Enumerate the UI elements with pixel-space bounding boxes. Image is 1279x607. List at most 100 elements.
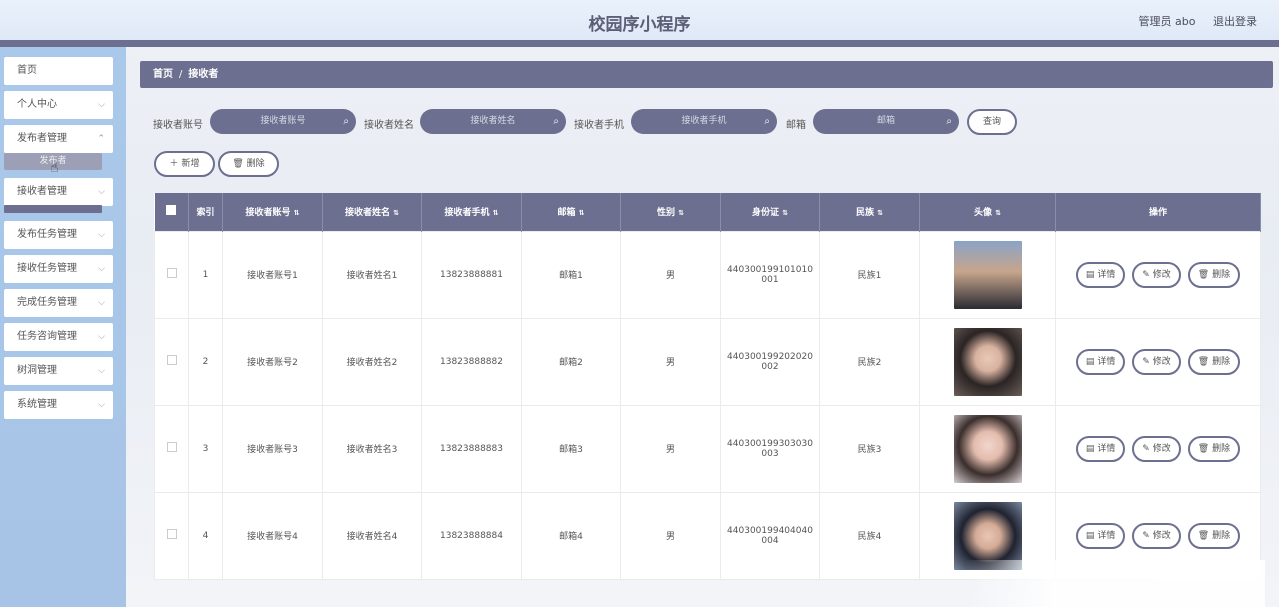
table-row: 3 接收者账号3 接收者姓名3 13823888883 邮箱3 男 440300…	[154, 404, 1261, 493]
edit-button[interactable]: ✎ 修改	[1132, 348, 1181, 375]
row-checkbox[interactable]	[166, 529, 177, 539]
sidebar-item-label: 接收者管理	[17, 186, 67, 197]
search-icon: ⌕	[553, 116, 559, 127]
search-icon: ⌕	[343, 116, 349, 127]
email-search-placeholder: 邮箱	[876, 116, 895, 126]
gender-cell: 男	[620, 317, 721, 406]
add-button[interactable]: ＋ 新增	[154, 151, 215, 177]
column-header-label: 接收者手机	[444, 208, 490, 219]
row-checkbox[interactable]	[166, 442, 177, 452]
column-header[interactable]: 民族 ⇅	[819, 193, 920, 231]
email-cell: 邮箱4	[521, 491, 621, 580]
sidebar-item-label: 首页	[17, 65, 37, 76]
detail-button[interactable]: ▤ 详情	[1075, 522, 1126, 549]
user-area: 管理员 abo 退出登录	[1125, 13, 1257, 29]
detail-button[interactable]: ▤ 详情	[1075, 348, 1126, 375]
sort-icon[interactable]: ⇅	[678, 209, 684, 217]
query-button[interactable]: 查询	[967, 109, 1017, 135]
pencil-icon: ✎	[1142, 530, 1150, 541]
sort-icon[interactable]: ⇅	[393, 209, 399, 217]
active-indicator	[4, 205, 102, 213]
column-header-label: 身份证	[752, 208, 780, 219]
row-checkbox[interactable]	[166, 355, 177, 365]
email-search-input[interactable]: 邮箱 ⌕	[813, 109, 959, 134]
logout-link[interactable]: 退出登录	[1213, 15, 1257, 28]
delete-button[interactable]: 🗑 删除	[1187, 435, 1241, 462]
delete-button[interactable]: 🗑 删除	[1187, 261, 1241, 288]
column-header[interactable]: 邮箱 ⇅	[521, 193, 621, 231]
table-row: 1 接收者账号1 接收者姓名1 13823888881 邮箱1 男 440300…	[154, 230, 1261, 319]
top-header: 校园序小程序 管理员 abo 退出登录	[0, 0, 1279, 40]
sidebar-item-profile[interactable]: 个人中心 ⌵	[4, 91, 113, 119]
detail-button[interactable]: ▤ 详情	[1075, 435, 1126, 462]
sidebar-item-task-consult[interactable]: 任务咨询管理 ⌵	[4, 323, 113, 351]
column-header-label: 操作	[1148, 208, 1167, 219]
edit-button[interactable]: ✎ 修改	[1132, 261, 1181, 288]
column-header: 操作	[1055, 193, 1261, 231]
detail-button[interactable]: ▤ 详情	[1075, 261, 1126, 288]
pencil-icon: ✎	[1142, 269, 1150, 280]
delete-button[interactable]: 🗑 删除	[1187, 348, 1241, 375]
column-header[interactable]: 接收者账号 ⇅	[222, 193, 323, 231]
name-filter-label: 接收者姓名	[364, 120, 414, 131]
avatar	[953, 414, 1022, 483]
name-cell: 接收者姓名4	[322, 491, 422, 580]
pointer-cursor-icon: ☝	[50, 160, 59, 176]
sidebar-item-home[interactable]: 首页	[4, 57, 113, 85]
sort-icon[interactable]: ⇅	[579, 209, 585, 217]
sidebar-item-publish-task[interactable]: 发布任务管理 ⌵	[4, 221, 113, 249]
edit-label: 修改	[1152, 269, 1171, 280]
column-header[interactable]: 接收者手机 ⇅	[421, 193, 522, 231]
sort-icon[interactable]: ⇅	[782, 209, 788, 217]
sidebar-item-label: 任务咨询管理	[17, 331, 77, 342]
avatar-cell	[919, 317, 1056, 406]
sidebar-item-receiver[interactable]: 接收者管理 ⌵	[4, 178, 113, 206]
avatar-cell	[919, 404, 1056, 493]
column-header[interactable]: 身份证 ⇅	[720, 193, 820, 231]
sidebar-item-label: 树洞管理	[17, 365, 57, 376]
phone-cell: 13823888881	[421, 230, 522, 319]
search-icon: ⌕	[946, 116, 952, 127]
sidebar-item-system[interactable]: 系统管理 ⌵	[4, 391, 113, 419]
bulk-delete-button[interactable]: 🗑 删除	[218, 151, 279, 177]
ethnic-cell: 民族4	[819, 491, 920, 580]
phone-search-input[interactable]: 接收者手机 ⌕	[631, 109, 777, 134]
sidebar-item-tree-hole[interactable]: 树洞管理 ⌵	[4, 357, 113, 385]
column-header[interactable]: 性别 ⇅	[620, 193, 721, 231]
select-all-checkbox[interactable]	[166, 205, 177, 216]
phone-search-placeholder: 接收者手机	[681, 116, 727, 126]
document-icon: ▤	[1085, 530, 1095, 541]
account-search-input[interactable]: 接收者账号 ⌕	[210, 109, 356, 134]
row-checkbox[interactable]	[166, 268, 177, 278]
sidebar-item-complete-task[interactable]: 完成任务管理 ⌵	[4, 289, 113, 317]
id-card-cell: 440300199101010001	[720, 230, 820, 319]
sort-icon[interactable]: ⇅	[493, 209, 499, 217]
column-header[interactable]: 头像 ⇅	[919, 193, 1056, 231]
sidebar-item-publisher[interactable]: 发布者管理 ⌃	[4, 125, 113, 153]
sidebar-item-receive-task[interactable]: 接收任务管理 ⌵	[4, 255, 113, 283]
name-search-input[interactable]: 接收者姓名 ⌕	[420, 109, 566, 134]
breadcrumb-separator: /	[179, 69, 183, 80]
row-select-cell	[154, 317, 189, 406]
sort-icon[interactable]: ⇅	[294, 209, 300, 217]
index-cell: 2	[188, 317, 223, 406]
detail-label: 详情	[1097, 530, 1116, 541]
breadcrumb-home[interactable]: 首页	[153, 69, 173, 80]
search-icon: ⌕	[764, 116, 770, 127]
sidebar-item-label: 个人中心	[17, 99, 57, 110]
edit-button[interactable]: ✎ 修改	[1132, 435, 1181, 462]
actions-cell: ▤ 详情 ✎ 修改 🗑 删除	[1055, 317, 1261, 406]
sort-icon[interactable]: ⇅	[877, 209, 883, 217]
current-user[interactable]: 管理员 abo	[1139, 15, 1196, 28]
header-divider	[0, 40, 1279, 47]
delete-button[interactable]: 🗑 删除	[1187, 522, 1241, 549]
edit-button[interactable]: ✎ 修改	[1132, 522, 1181, 549]
table-header-row: 索引 接收者账号 ⇅ 接收者姓名 ⇅ 接收者手机 ⇅ 邮箱 ⇅ 性别 ⇅ 身份证 ⇅ 民族 ⇅…	[154, 193, 1261, 231]
column-header-label: 头像	[974, 208, 993, 219]
phone-cell: 13823888882	[421, 317, 522, 406]
ethnic-cell: 民族2	[819, 317, 920, 406]
column-header[interactable]: 接收者姓名 ⇅	[322, 193, 422, 231]
document-icon: ▤	[1085, 356, 1095, 367]
sort-icon[interactable]: ⇅	[995, 209, 1001, 217]
row-select-cell	[154, 230, 189, 319]
